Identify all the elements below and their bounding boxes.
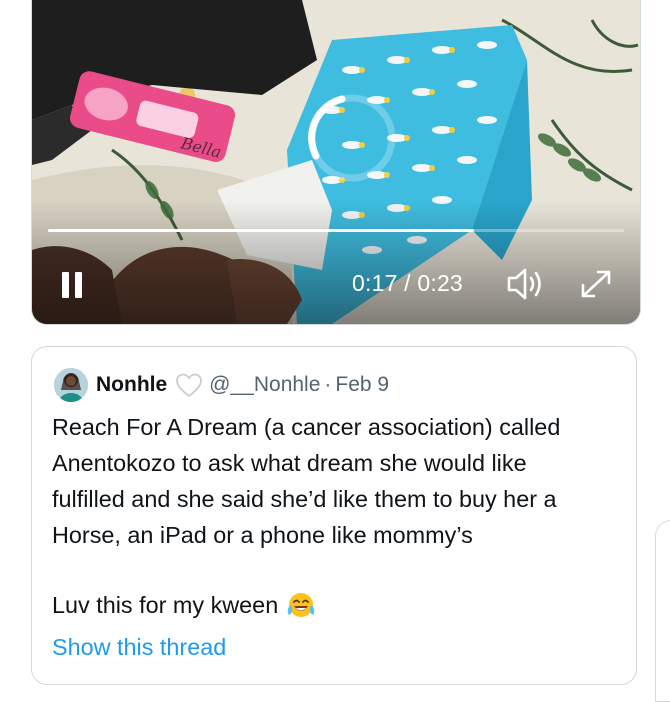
tweet-text: Reach For A Dream (a cancer association)… <box>52 414 561 548</box>
pause-button[interactable] <box>58 268 88 304</box>
duration: 0:23 <box>417 270 463 296</box>
quoted-tweet-header: Nonhle @__Nonhle · Feb 9 <box>54 367 389 403</box>
loading-spinner-icon <box>308 94 396 182</box>
pause-icon-bar <box>75 272 82 298</box>
quoted-tweet[interactable]: Nonhle @__Nonhle · Feb 9 Reach For A Dre… <box>31 346 637 685</box>
adjacent-card-edge <box>655 520 670 702</box>
author-handle[interactable]: @__Nonhle <box>209 373 320 397</box>
video-progress-bar[interactable] <box>48 229 624 232</box>
tweet-date[interactable]: Feb 9 <box>335 373 389 397</box>
avatar[interactable] <box>54 368 88 402</box>
header-separator: · <box>324 373 332 396</box>
fullscreen-button[interactable] <box>577 266 615 302</box>
video-player[interactable]: Bella 0:17 / 0:23 <box>31 0 641 325</box>
video-time: 0:17 / 0:23 <box>352 270 463 297</box>
show-thread-link[interactable]: Show this thread <box>52 629 226 665</box>
fullscreen-icon <box>581 270 611 298</box>
tweet-text-line: Luv this for my kween <box>52 587 316 623</box>
volume-button[interactable] <box>504 266 546 302</box>
current-time: 0:17 <box>352 270 398 296</box>
face-with-tears-of-joy-icon <box>287 593 315 617</box>
volume-icon <box>507 268 541 300</box>
time-separator: / <box>397 270 418 296</box>
avatar-image <box>54 368 88 402</box>
author-name[interactable]: Nonhle <box>96 373 167 397</box>
tweet-text-extra: Luv this for my kween <box>52 592 279 618</box>
video-controls: 0:17 / 0:23 <box>32 258 640 314</box>
video-progress-fill <box>48 229 475 232</box>
white-heart-icon <box>176 373 203 398</box>
pause-icon <box>62 272 69 298</box>
